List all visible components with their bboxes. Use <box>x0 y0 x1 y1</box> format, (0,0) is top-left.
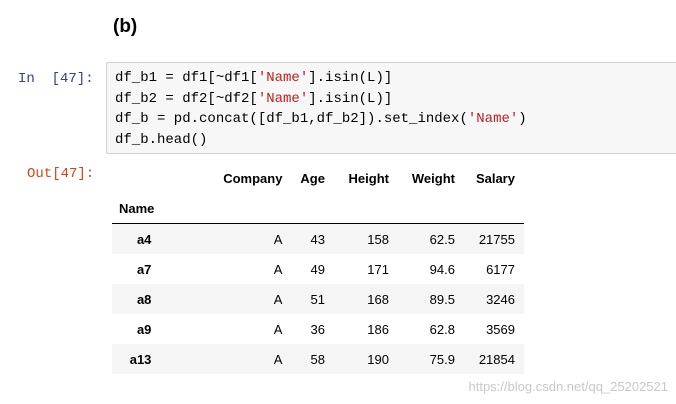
cell-company: A <box>273 321 283 337</box>
table-row: a9 A 36 186 62.8 3569 <box>112 314 524 344</box>
cell-salary: 21755 <box>478 231 515 247</box>
cell-weight: 62.5 <box>429 231 455 247</box>
column-header-weight: Weight <box>411 170 455 186</box>
column-header-age: Age <box>300 170 325 186</box>
cell-age: 43 <box>310 231 325 247</box>
cell-weight: 62.8 <box>429 321 455 337</box>
cell-salary: 3569 <box>486 321 515 337</box>
table-row: a4 A 43 158 62.5 21755 <box>112 223 524 254</box>
row-index: a13 <box>129 351 152 367</box>
cell-company: A <box>273 261 283 277</box>
code-cell[interactable]: df_b1 = df1[~df1['Name'].isin(L)] df_b2 … <box>106 62 676 154</box>
cell-weight: 89.5 <box>429 291 455 307</box>
cell-weight: 75.9 <box>429 351 455 367</box>
row-index: a9 <box>136 321 152 337</box>
cell-height: 186 <box>367 321 389 337</box>
table-row: a8 A 51 168 89.5 3246 <box>112 284 524 314</box>
cell-height: 190 <box>367 351 389 367</box>
cell-height: 171 <box>367 261 389 277</box>
code-line-4: df_b.head() <box>115 131 208 148</box>
table-row: a7 A 49 171 94.6 6177 <box>112 254 524 284</box>
cell-company: A <box>273 291 283 307</box>
code-line-3: df_b = pd.concat([df_b1,df_b2]).set_inde… <box>115 111 527 127</box>
cell-age: 36 <box>310 321 325 337</box>
row-index: a4 <box>136 231 152 247</box>
column-header-row: Company Age Height Weight Salary <box>112 163 524 193</box>
input-prompt: In [47]: <box>18 71 94 87</box>
index-name-row: Name <box>112 193 524 224</box>
column-header-salary: Salary <box>475 170 515 186</box>
cell-company: A <box>273 231 283 247</box>
table-row: a13 A 58 190 75.9 21854 <box>112 344 524 374</box>
watermark-url: https://blog.csdn.net/qq_25202521 <box>468 379 669 394</box>
cell-salary: 6177 <box>486 261 515 277</box>
code-line-2: df_b2 = df2[~df2['Name'].isin(L)] <box>115 90 393 107</box>
cell-weight: 94.6 <box>429 261 455 277</box>
column-header-company: Company <box>223 170 283 186</box>
section-heading: (b) <box>113 16 138 37</box>
row-index: a7 <box>136 261 152 277</box>
row-index: a8 <box>136 291 152 307</box>
cell-salary: 21854 <box>478 351 515 367</box>
cell-company: A <box>273 351 283 367</box>
code-line-1: df_b1 = df1[~df1['Name'].isin(L)] <box>115 70 393 86</box>
cell-salary: 3246 <box>486 291 515 307</box>
cell-age: 58 <box>310 351 325 367</box>
output-prompt: Out[47]: <box>27 166 95 182</box>
dataframe-table: Company Age Height Weight Salary Name a4… <box>112 163 524 374</box>
cell-age: 51 <box>310 291 325 307</box>
column-header-height: Height <box>348 170 389 186</box>
cell-height: 158 <box>367 231 389 247</box>
cell-height: 168 <box>367 291 389 307</box>
index-name-label: Name <box>112 193 164 224</box>
cell-age: 49 <box>310 261 325 277</box>
